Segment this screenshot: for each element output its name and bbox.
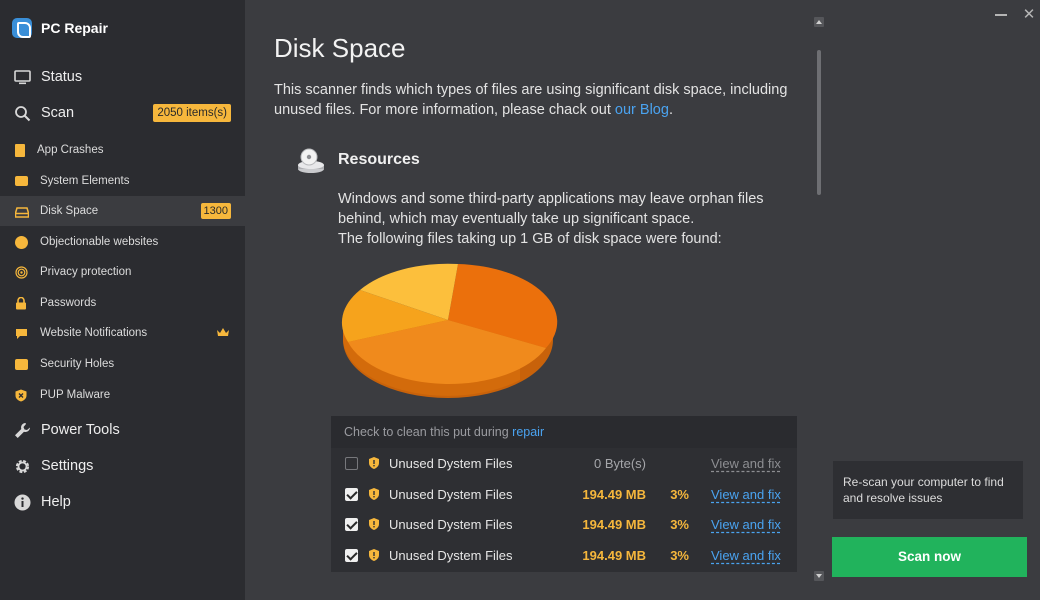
files-table: Check to clean this put during repair Un…: [331, 416, 797, 572]
system-elements-icon: [15, 176, 28, 186]
sidebar-item-label: Privacy protection: [40, 266, 132, 278]
disk-space-badge: 1300: [200, 203, 231, 219]
security-holes-icon: [15, 358, 28, 370]
shield-warning-icon: [369, 487, 379, 500]
resources-line-1: Windows and some third-party application…: [338, 191, 764, 227]
nav-settings-label: Settings: [41, 458, 94, 474]
scan-count-badge: 2050 items(s): [153, 104, 231, 122]
rescan-info-box: Re-scan your computer to find and resolv…: [833, 461, 1023, 519]
disc-drive-icon: [298, 148, 324, 173]
shield-warning-icon: [369, 548, 379, 561]
scan-now-button[interactable]: Scan now: [832, 537, 1027, 577]
lock-icon: [15, 296, 28, 310]
sidebar-item-security-holes[interactable]: Security Holes: [0, 349, 245, 379]
file-name: Unused Dystem Files: [389, 486, 513, 502]
sidebar-item-label: System Elements: [40, 175, 130, 187]
scrollbar-thumb[interactable]: [817, 50, 821, 195]
monitor-icon: [14, 69, 31, 86]
nav-help[interactable]: Help: [0, 484, 245, 520]
repair-link[interactable]: repair: [512, 425, 544, 439]
sidebar-item-disk-space[interactable]: Disk Space 1300: [0, 196, 245, 226]
sidebar-item-system-elements[interactable]: System Elements: [0, 166, 245, 196]
sidebar-item-label: Disk Space: [40, 205, 99, 217]
sidebar-item-label: Security Holes: [40, 358, 115, 370]
fingerprint-icon: [15, 265, 28, 279]
resources-title: Resources: [338, 151, 420, 168]
sidebar-item-passwords[interactable]: Passwords: [0, 288, 245, 318]
file-size: 194.49 MB: [582, 517, 646, 532]
table-row: Unused Dystem Files 194.49 MB 3% View an…: [331, 509, 797, 540]
pc-repair-logo-icon: [12, 18, 32, 38]
app-title: PC Repair: [41, 20, 108, 36]
sidebar-item-label: App Crashes: [37, 144, 104, 156]
sidebar-item-label: Objectionable websites: [40, 236, 159, 248]
sidebar-item-pup-malware[interactable]: PUP Malware: [0, 380, 245, 410]
table-row: Unused Dystem Files 194.49 MB 3% View an…: [331, 540, 797, 571]
sidebar-item-objectionable-websites[interactable]: Objectionable websites: [0, 227, 245, 257]
search-icon: [14, 105, 31, 122]
row-checkbox[interactable]: [345, 518, 358, 531]
row-checkbox[interactable]: [345, 457, 358, 470]
table-row: Unused Dystem Files 0 Byte(s) View and f…: [331, 448, 797, 479]
sidebar-item-privacy-protection[interactable]: Privacy protection: [0, 257, 245, 287]
info-icon: [14, 494, 31, 511]
file-percent: 3%: [670, 486, 689, 502]
chat-icon: [15, 327, 28, 340]
app-brand: PC Repair: [12, 18, 108, 38]
file-name: Unused Dystem Files: [389, 517, 513, 532]
nav-scan[interactable]: Scan 2050 items(s): [0, 95, 245, 131]
file-percent: 3%: [670, 547, 689, 563]
scroll-down-button[interactable]: [814, 571, 824, 581]
sidebar-item-app-crashes[interactable]: App Crashes: [0, 135, 245, 165]
nav-scan-label: Scan: [41, 105, 75, 121]
nav-status[interactable]: Status: [0, 59, 245, 95]
main-content: Disk Space This scanner finds which type…: [245, 0, 825, 600]
row-checkbox[interactable]: [345, 548, 358, 562]
nav-help-label: Help: [41, 494, 71, 510]
resources-description: Windows and some third-party application…: [338, 189, 808, 249]
file-name: Unused Dystem Files: [389, 547, 513, 563]
resources-line-2: The following files taking up 1 GB of di…: [338, 231, 722, 247]
shield-warning-icon: [369, 457, 379, 469]
minimize-icon[interactable]: [995, 14, 1007, 16]
intro-text-end: .: [668, 102, 673, 118]
crown-icon: [217, 328, 229, 336]
sidebar-item-label: Website Notifications: [40, 327, 148, 339]
view-and-fix-link[interactable]: View and fix: [711, 487, 781, 502]
nav-status-label: Status: [41, 69, 83, 85]
table-header: Check to clean this put during repair: [331, 416, 797, 448]
blog-link[interactable]: our Blog: [615, 102, 669, 118]
scroll-up-button[interactable]: [814, 17, 824, 27]
app-crashes-icon: [15, 143, 25, 157]
file-size: 194.49 MB: [582, 486, 646, 502]
shield-x-icon: [15, 389, 28, 402]
sidebar-item-website-notifications[interactable]: Website Notifications: [0, 318, 245, 348]
intro-text-body: This scanner finds which types of files …: [274, 82, 788, 118]
sidebar-item-label: Passwords: [40, 297, 97, 309]
view-and-fix-link[interactable]: View and fix: [711, 517, 781, 532]
wrench-icon: [14, 422, 31, 439]
file-name: Unused Dystem Files: [389, 456, 513, 471]
view-and-fix-link[interactable]: View and fix: [711, 548, 781, 563]
intro-text: This scanner finds which types of files …: [274, 80, 794, 120]
row-checkbox[interactable]: [345, 487, 358, 501]
nav-power-tools[interactable]: Power Tools: [0, 412, 245, 448]
close-icon[interactable]: ✕: [1022, 7, 1036, 22]
table-header-text: Check to clean this put during: [344, 425, 513, 439]
sidebar: PC Repair Status Scan 2050 items(s) App …: [0, 0, 245, 600]
nav-settings[interactable]: Settings: [0, 448, 245, 484]
globe-icon: [15, 235, 28, 249]
file-size: 0 Byte(s): [593, 456, 646, 471]
file-percent: 3%: [670, 517, 689, 532]
disk-usage-pie-chart: [341, 263, 558, 398]
shield-warning-icon: [369, 518, 379, 530]
file-size: 194.49 MB: [582, 547, 646, 563]
disk-icon: [14, 205, 30, 218]
view-and-fix-link[interactable]: View and fix: [711, 456, 781, 471]
table-row: Unused Dystem Files 194.49 MB 3% View an…: [331, 479, 797, 510]
page-title: Disk Space: [274, 33, 406, 63]
nav-power-tools-label: Power Tools: [41, 422, 120, 438]
sidebar-item-label: PUP Malware: [40, 389, 111, 401]
gear-icon: [14, 458, 31, 475]
